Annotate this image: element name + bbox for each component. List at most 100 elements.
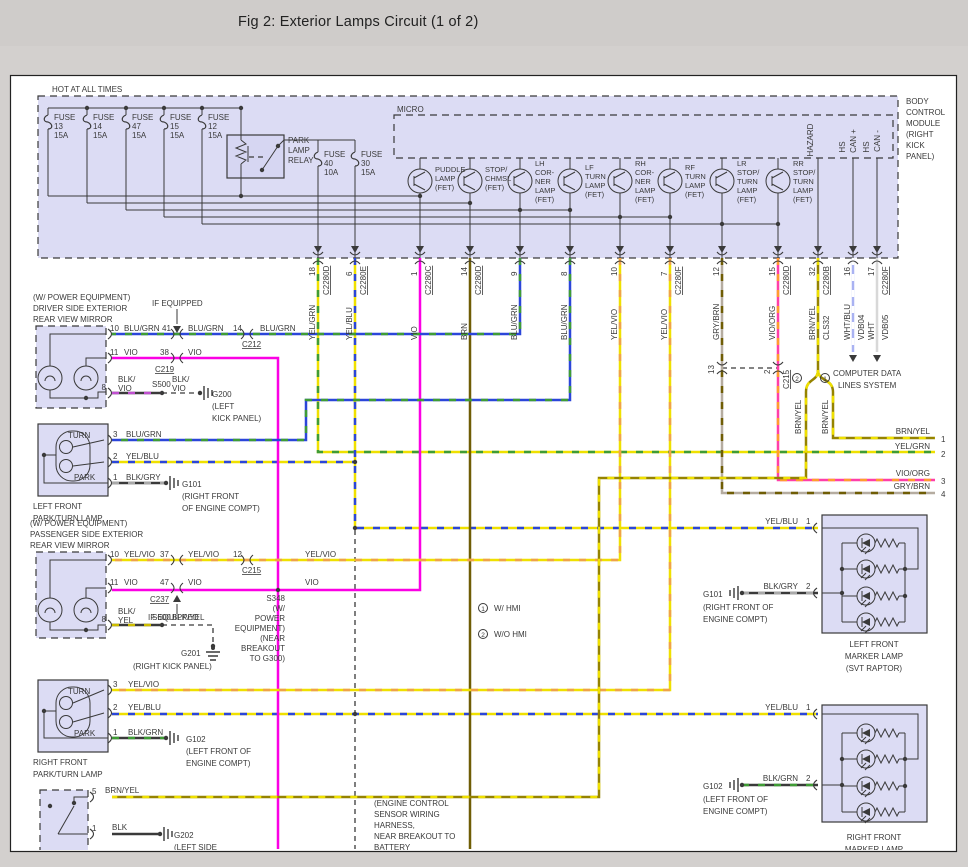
- diagram-label: SENSOR WIRING: [374, 810, 440, 819]
- diagram-label: VIO: [124, 348, 138, 357]
- diagram-label: 3: [113, 430, 118, 439]
- bcm-pin-number: 6: [345, 271, 354, 276]
- diagram-label: YEL/VIO: [188, 550, 219, 559]
- diagram-label: 41: [162, 324, 171, 333]
- diagram-label: PASSENGER SIDE EXTERIOR: [30, 530, 143, 539]
- diagram-label: REAR VIEW MIRROR: [33, 315, 113, 324]
- fet-label: (FET): [485, 183, 505, 192]
- diagram-label: 1: [941, 435, 946, 444]
- diagram-label: TO G300): [250, 654, 286, 663]
- fuse-label: 15A: [132, 131, 147, 140]
- fuse-label: 15: [170, 122, 179, 131]
- bcm-pin-connector: C2280F: [881, 266, 890, 295]
- wiring-diagram: FUSE1315AFUSE1415AFUSE4715AFUSE1515AFUSE…: [0, 0, 968, 867]
- diagram-label: 8: [102, 383, 107, 392]
- diagram-label: 3: [113, 680, 118, 689]
- right-front-marker-lamp-box: [822, 705, 927, 822]
- junction-dot: [42, 709, 46, 713]
- diagram-label: 5: [92, 787, 97, 796]
- diagram-label: BRN/YEL: [794, 399, 803, 434]
- diagram-label: 2: [113, 703, 118, 712]
- diagram-label: 2: [806, 774, 811, 783]
- diagram-label: HOT AT ALL TIMES: [52, 85, 122, 94]
- diagram-label: YEL/BLU: [126, 452, 159, 461]
- junction-dot: [162, 106, 166, 110]
- diagram-label: G101: [703, 590, 723, 599]
- diagram-label: VIO: [305, 578, 319, 587]
- diagram-label: EQUIPMENT): [235, 624, 286, 633]
- bcm-pin-circuit-code: VDB04: [857, 314, 866, 340]
- diagram-label: W/O HMI: [494, 630, 527, 639]
- diagram-label: 3: [941, 477, 946, 486]
- diagram-label: BLK/GRY: [763, 582, 798, 591]
- junction-dot: [776, 222, 780, 226]
- junction-dot: [903, 757, 907, 761]
- diagram-label: G101: [182, 480, 202, 489]
- diagram-label: S600: [152, 613, 171, 622]
- fet-label: LAMP: [635, 186, 655, 195]
- diagram-label: 37: [160, 550, 169, 559]
- bcm-pin-number: 15: [768, 267, 777, 276]
- diagram-label: C212: [242, 340, 262, 349]
- fuse-label: 10A: [324, 168, 339, 177]
- junction-dot: [160, 391, 164, 395]
- diagram-label: BLU/GRN: [260, 324, 296, 333]
- diagram-label: VIO: [124, 578, 138, 587]
- fuse-label: 15A: [361, 168, 376, 177]
- fuse-label: FUSE: [93, 113, 114, 122]
- bcm-pin-number: 16: [843, 267, 852, 276]
- diagram-label: BRN/YEL: [896, 427, 931, 436]
- fet-label: NER: [635, 177, 651, 186]
- fet-label: (FET): [585, 190, 605, 199]
- diagram-label: PANEL): [906, 152, 935, 161]
- diagram-label: 8: [102, 615, 107, 624]
- diagram-label: (SVT RAPTOR): [846, 857, 902, 866]
- diagram-label: COMPUTER DATA: [833, 369, 902, 378]
- diagram-label: S348: [266, 594, 285, 603]
- fet-label: LAMP: [793, 186, 813, 195]
- hazard-park-switch-box: [40, 790, 88, 852]
- diagram-label: 1: [806, 703, 811, 712]
- bcm-pin-number: 17: [867, 267, 876, 276]
- bcm-pin-number: 18: [308, 267, 317, 276]
- diagram-label: YEL/BLU: [765, 517, 798, 526]
- diagram-label: MARKER LAMP: [845, 652, 903, 661]
- diagram-label: VIO: [188, 348, 202, 357]
- diagram-label: REAR VIEW MIRROR: [30, 541, 110, 550]
- diagram-label: (W/: [273, 604, 286, 613]
- fet-label: (FET): [635, 195, 655, 204]
- diagram-label: BLK/: [118, 607, 136, 616]
- bcm-pin-wire-color: BLU/GRN: [510, 304, 519, 340]
- diagram-label: PARK/TURN LAMP: [33, 770, 103, 779]
- diagram-label: 2: [795, 376, 799, 383]
- junction-dot: [720, 222, 724, 226]
- diagram-label: S500: [152, 380, 171, 389]
- junction-dot: [418, 194, 422, 198]
- bcm-pin-wire-color: YEL/GRN: [308, 305, 317, 340]
- diagram-label: 1: [823, 376, 827, 383]
- diagram-label: VIO: [118, 384, 132, 393]
- fuse-label: FUSE: [54, 113, 75, 122]
- diagram-label: HS: [862, 141, 871, 152]
- passenger-mirror-box: [36, 552, 106, 638]
- junction-dot: [618, 215, 622, 219]
- diagram-label: (RIGHT FRONT OF: [703, 603, 773, 612]
- fet-label: RR: [793, 159, 804, 168]
- diagram-label: BLK/: [172, 375, 190, 384]
- diagram-label: PARK: [74, 729, 96, 738]
- junction-dot: [200, 106, 204, 110]
- bcm-pin-wire-color: BRN: [460, 323, 469, 340]
- fet-label: RF: [685, 163, 695, 172]
- fuse-label: 15A: [54, 131, 69, 140]
- fet-label: TURN: [737, 177, 758, 186]
- diagram-label: G202: [174, 831, 194, 840]
- diagram-label: BLU/GRN: [126, 430, 162, 439]
- bcm-pin-number: 7: [660, 271, 669, 276]
- junction-dot: [518, 208, 522, 212]
- junction-dot: [468, 201, 472, 205]
- diagram-label: DRIVER SIDE EXTERIOR: [33, 304, 127, 313]
- fet-label: TURN: [793, 177, 814, 186]
- bcm-pin-number: 12: [712, 267, 721, 276]
- diagram-label: YEL/VIO: [128, 680, 159, 689]
- diagram-label: BLK/GRN: [763, 774, 798, 783]
